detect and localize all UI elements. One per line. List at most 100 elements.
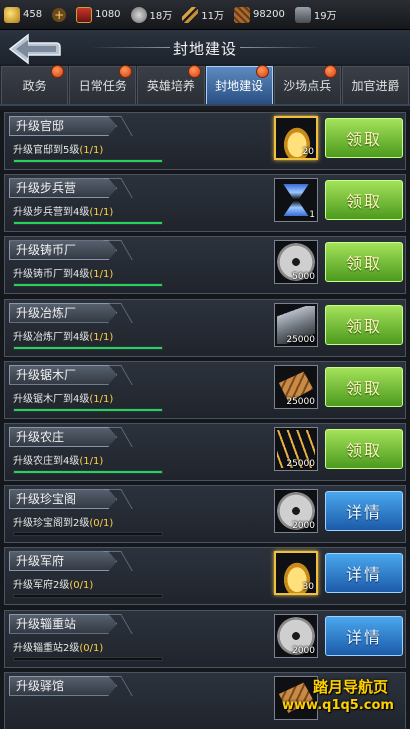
- task-progress-bar: [13, 594, 163, 599]
- details-button[interactable]: 详情: [325, 615, 403, 656]
- resource-value: 11万: [201, 11, 225, 22]
- tab-label: 政务: [22, 79, 47, 93]
- reward-amount: 30: [302, 582, 314, 593]
- resource-rank-shield: 1080: [76, 6, 121, 23]
- grain-icon: [182, 6, 199, 23]
- tab-3[interactable]: 封地建设: [205, 65, 273, 104]
- resource-plus[interactable]: +: [52, 7, 67, 22]
- tab-4[interactable]: 沙场点兵: [273, 65, 341, 104]
- reward-slot[interactable]: 5000: [274, 240, 318, 285]
- resource-bar: 458 +1080 18万 11万 98200 19万: [0, 0, 410, 30]
- task-progress-fill: [14, 222, 162, 225]
- task-title: 升级冶炼厂: [9, 302, 117, 323]
- task-progress-fill: [14, 160, 162, 162]
- task-description: 升级锯木厂到4级(1/1): [13, 390, 113, 405]
- task-description: 升级官邸到5级(1/1): [13, 141, 103, 156]
- resource-value: 1080: [95, 9, 121, 20]
- title-bar: 封地建设: [0, 30, 410, 65]
- watermark: 踏月导航页 www.q1q5.com: [272, 676, 410, 726]
- task-row: 升级锯木厂 升级锯木厂到4级(1/1) 25000 领取: [4, 360, 406, 419]
- reward-amount: 2000: [292, 645, 315, 656]
- task-description: 升级冶炼厂到4级(1/1): [13, 328, 113, 343]
- task-progress-count: (1/1): [89, 331, 114, 343]
- resource-coin: 18万: [130, 6, 173, 23]
- task-title: 升级军府: [9, 551, 117, 572]
- watermark-title: 踏月导航页: [312, 678, 388, 696]
- task-progress-count: (0/1): [79, 642, 104, 654]
- task-progress-fill: [14, 346, 162, 349]
- task-description-text: 升级冶炼厂到4级: [13, 331, 90, 343]
- task-description: 升级步兵营到4级(1/1): [13, 203, 113, 218]
- task-row: 升级官邸升级官邸到5级(1/1) 20 领取: [4, 112, 406, 170]
- reward-slot[interactable]: 20: [274, 116, 318, 160]
- tab-0[interactable]: 政务: [1, 65, 69, 104]
- reward-amount: 1: [309, 210, 315, 221]
- task-progress-fill: [14, 471, 162, 473]
- task-description-text: 升级辎重站2级: [13, 642, 80, 654]
- details-button[interactable]: 详情: [325, 553, 403, 594]
- resource-gold: 458: [4, 6, 43, 23]
- iron-icon: [294, 6, 311, 23]
- task-description-text: 升级军府2级: [13, 580, 70, 592]
- task-title: 升级驿馆: [9, 675, 117, 696]
- tab-label: 沙场点兵: [283, 79, 332, 93]
- task-progress-bar: [13, 283, 163, 288]
- tab-1[interactable]: 日常任务: [69, 65, 137, 104]
- reward-slot[interactable]: 1: [274, 178, 318, 223]
- reward-slot[interactable]: 30: [274, 551, 318, 596]
- task-title: 升级辎重站: [9, 613, 117, 634]
- reward-amount: 25000: [286, 334, 315, 345]
- reward-slot[interactable]: 25000: [274, 427, 318, 471]
- plus-icon[interactable]: +: [52, 7, 67, 22]
- reward-slot[interactable]: 2000: [274, 613, 318, 658]
- task-progress-count: (0/1): [89, 518, 114, 530]
- task-progress-count: (1/1): [89, 207, 114, 219]
- reward-slot[interactable]: 2000: [274, 489, 318, 534]
- tab-2[interactable]: 英雄培养: [137, 65, 205, 104]
- task-list[interactable]: 升级官邸 升级官邸到5级(1/1) 20 领取 升级步兵营 升级步兵营到4级(1/1) 1 领…: [0, 110, 410, 729]
- task-description-text: 升级官邸到5级: [13, 145, 80, 156]
- resource-grain: 11万: [182, 6, 225, 23]
- tab-bar: 政务 日常任务 英雄培养 封地建设 沙场点兵 加官进爵: [0, 65, 410, 106]
- task-description-text: 升级锯木厂到4级: [13, 393, 90, 405]
- notification-dot-icon: [119, 65, 133, 78]
- task-description: 升级珍宝阁到2级(0/1): [13, 514, 113, 529]
- task-description-text: 升级农庄到4级: [13, 456, 80, 467]
- resource-wood: 98200: [234, 6, 285, 23]
- details-button[interactable]: 详情: [325, 491, 403, 532]
- task-description-text: 升级珍宝阁到2级: [13, 518, 90, 530]
- task-title: 升级农庄: [9, 427, 117, 447]
- resource-value: 18万: [149, 11, 173, 22]
- coin-icon: [130, 6, 147, 23]
- task-description: 升级农庄到4级(1/1): [13, 452, 103, 467]
- tab-5[interactable]: 加官进爵: [341, 66, 410, 104]
- task-description: 升级辎重站2级(0/1): [13, 639, 103, 654]
- resource-value: 19万: [313, 11, 337, 22]
- rank-shield-icon: [76, 6, 93, 23]
- notification-dot-icon: [255, 65, 269, 78]
- task-progress-bar: [13, 532, 163, 537]
- claim-button[interactable]: 领取: [325, 180, 403, 221]
- task-row: 升级农庄升级农庄到4级(1/1) 25000 领取: [4, 423, 406, 481]
- gold-icon: [4, 6, 20, 23]
- resource-value: 458: [23, 9, 43, 20]
- title-ornament-right: [240, 47, 320, 48]
- tab-label: 加官进爵: [351, 79, 400, 93]
- task-progress-count: (1/1): [89, 269, 114, 281]
- task-progress-bar: [13, 159, 163, 163]
- task-title: 升级官邸: [9, 116, 117, 136]
- claim-button[interactable]: 领取: [325, 429, 403, 469]
- claim-button[interactable]: 领取: [325, 366, 403, 407]
- notification-dot-icon: [51, 65, 65, 78]
- task-row: 升级珍宝阁 升级珍宝阁到2级(0/1) 2000 详情: [4, 485, 406, 544]
- claim-button[interactable]: 领取: [325, 304, 403, 345]
- reward-slot[interactable]: 25000: [274, 364, 318, 409]
- task-progress-count: (1/1): [89, 393, 114, 405]
- task-description: 升级军府2级(0/1): [13, 576, 93, 591]
- claim-button[interactable]: 领取: [325, 242, 403, 283]
- task-progress-count: (0/1): [69, 580, 94, 592]
- claim-button[interactable]: 领取: [325, 118, 403, 158]
- task-progress-bar: [13, 470, 163, 474]
- reward-amount: 2000: [292, 521, 315, 532]
- reward-slot[interactable]: 25000: [274, 302, 318, 347]
